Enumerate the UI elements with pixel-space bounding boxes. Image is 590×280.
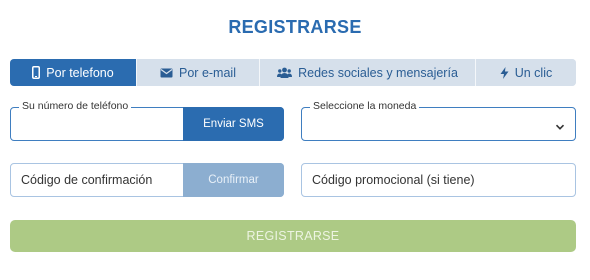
tab-one-click-label: Un clic bbox=[514, 65, 553, 80]
tab-phone-label: Por telefono bbox=[46, 65, 114, 80]
registration-method-tabs: Por telefono Por e-mail Redes sociales y… bbox=[10, 59, 576, 86]
register-button[interactable]: REGISTRARSE bbox=[10, 220, 576, 252]
tab-one-click[interactable]: Un clic bbox=[476, 59, 576, 86]
chevron-down-icon bbox=[555, 119, 565, 137]
phone-field[interactable]: Su número de teléfono Enviar SMS bbox=[10, 100, 284, 141]
tab-social[interactable]: Redes sociales y mensajería bbox=[260, 59, 476, 86]
confirm-button[interactable]: Confirmar bbox=[183, 163, 284, 197]
confirmation-code-field[interactable]: Código de confirmación Confirmar bbox=[10, 163, 284, 197]
tab-phone[interactable]: Por telefono bbox=[10, 59, 137, 86]
send-sms-button[interactable]: Enviar SMS bbox=[183, 107, 284, 141]
tab-email[interactable]: Por e-mail bbox=[137, 59, 260, 86]
phone-icon bbox=[32, 66, 41, 79]
promo-code-input[interactable]: Código promocional (si tiene) bbox=[312, 164, 475, 196]
users-icon bbox=[277, 67, 293, 78]
page-title: REGISTRARSE bbox=[228, 17, 362, 37]
tab-email-label: Por e-mail bbox=[179, 65, 236, 80]
phone-field-label: Su número de teléfono bbox=[19, 100, 132, 112]
currency-select-label: Seleccione la moneda bbox=[310, 100, 420, 112]
confirmation-code-input[interactable]: Código de confirmación bbox=[21, 164, 152, 196]
tab-social-label: Redes sociales y mensajería bbox=[298, 65, 458, 80]
promo-code-field[interactable]: Código promocional (si tiene) bbox=[301, 163, 576, 197]
envelope-icon bbox=[160, 68, 173, 78]
currency-select[interactable]: Seleccione la moneda bbox=[301, 100, 576, 141]
lightning-icon bbox=[500, 66, 509, 79]
